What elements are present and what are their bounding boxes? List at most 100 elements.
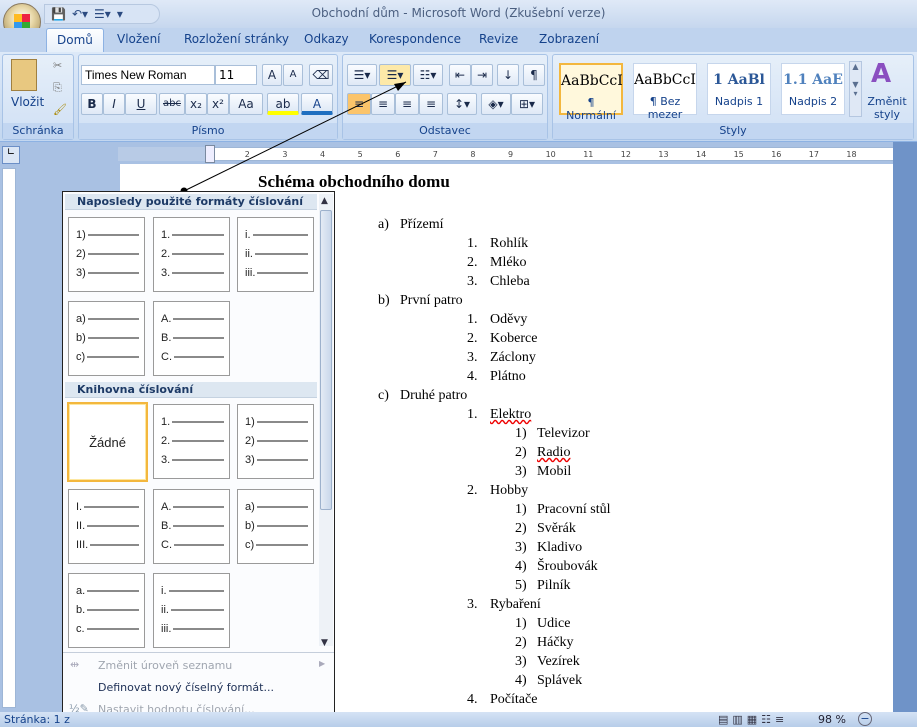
tab-selector[interactable]: ∟ bbox=[2, 146, 20, 164]
page-indicator[interactable]: Stránka: 1 z bbox=[4, 713, 70, 726]
tab-zobrazeni[interactable]: Zobrazení bbox=[539, 32, 599, 46]
list-item-text[interactable]: Splávek bbox=[537, 673, 582, 689]
view-buttons[interactable]: ▤▥▦☷≡ bbox=[718, 713, 788, 726]
numbering-icon[interactable]: ☰▾ bbox=[94, 7, 111, 21]
shrink-font-button[interactable]: A bbox=[283, 64, 303, 86]
tab-korespondence[interactable]: Korespondence bbox=[369, 32, 461, 46]
align-right-button[interactable]: ≡ bbox=[395, 93, 419, 115]
superscript-button[interactable]: x² bbox=[207, 93, 229, 115]
list-item-text[interactable]: Druhé patro bbox=[400, 388, 467, 404]
list-item-text[interactable]: Pracovní stůl bbox=[537, 502, 611, 518]
zoom-out-icon[interactable]: − bbox=[858, 712, 872, 726]
list-item-text[interactable]: Hobby bbox=[490, 483, 528, 499]
format-tile[interactable]: 1. 2. 3. bbox=[153, 217, 230, 292]
menu-item-define-format[interactable]: Definovat nový číselný formát... bbox=[98, 681, 274, 694]
format-tile[interactable]: 1. 2. 3. bbox=[153, 404, 230, 479]
list-item-text[interactable]: Plátno bbox=[490, 369, 526, 385]
sort-button[interactable]: ↓ bbox=[497, 64, 519, 86]
dropdown-scroll-thumb[interactable] bbox=[320, 210, 332, 510]
list-item-text[interactable]: Záclony bbox=[490, 350, 536, 366]
justify-button[interactable]: ≡ bbox=[419, 93, 443, 115]
menu-item-change-level[interactable]: Změnit úroveň seznamu bbox=[98, 659, 232, 672]
tab-rozlozeni[interactable]: Rozložení stránky bbox=[184, 32, 289, 46]
bold-button[interactable]: B bbox=[81, 93, 103, 115]
list-item-text[interactable]: Šroubovák bbox=[537, 559, 598, 575]
scroll-down-icon[interactable]: ▼ bbox=[321, 638, 328, 648]
style-normalni[interactable]: AaBbCcI ¶ Normální bbox=[559, 63, 623, 122]
list-item-text[interactable]: Rohlík bbox=[490, 236, 528, 252]
format-tile[interactable]: i. ii. iii. bbox=[153, 573, 230, 648]
font-name-select[interactable]: Times New Roman bbox=[81, 65, 215, 85]
align-center-button[interactable]: ≡ bbox=[371, 93, 395, 115]
format-tile-none[interactable]: Žádné bbox=[67, 402, 148, 482]
save-icon[interactable]: 💾 bbox=[51, 7, 66, 21]
increase-indent-button[interactable]: ⇥ bbox=[471, 64, 493, 86]
list-item-text[interactable]: Vezírek bbox=[537, 654, 580, 670]
list-item-text[interactable]: Kladivo bbox=[537, 540, 582, 556]
grow-font-button[interactable]: A bbox=[262, 64, 282, 86]
list-item-text[interactable]: Koberce bbox=[490, 331, 537, 347]
list-item-text[interactable]: První patro bbox=[400, 293, 463, 309]
list-item-text[interactable]: Počítače bbox=[490, 692, 537, 708]
format-tile[interactable]: A. B. C. bbox=[153, 301, 230, 376]
decrease-indent-button[interactable]: ⇤ bbox=[449, 64, 471, 86]
line-spacing-button[interactable]: ↕▾ bbox=[447, 93, 477, 115]
shading-button[interactable]: ◈▾ bbox=[481, 93, 511, 115]
strikethrough-button[interactable]: abc bbox=[159, 93, 185, 115]
list-item-text[interactable]: Udice bbox=[537, 616, 570, 632]
list-item-text[interactable]: Chleba bbox=[490, 274, 530, 290]
format-tile[interactable]: 1) 2) 3) bbox=[68, 217, 145, 292]
format-tile[interactable]: 1) 2) 3) bbox=[237, 404, 314, 479]
list-item-text[interactable]: Mléko bbox=[490, 255, 527, 271]
list-item-text[interactable]: Oděvy bbox=[490, 312, 527, 328]
format-tile[interactable]: a) b) c) bbox=[68, 301, 145, 376]
change-case-button[interactable]: Aa bbox=[229, 93, 263, 115]
italic-button[interactable]: I bbox=[103, 93, 125, 115]
font-size-select[interactable]: 11 bbox=[215, 65, 257, 85]
list-item-text[interactable]: Háčky bbox=[537, 635, 574, 651]
clear-format-button[interactable]: ⌫ bbox=[309, 64, 333, 86]
indent-marker[interactable] bbox=[205, 145, 215, 163]
list-item-text[interactable]: Pilník bbox=[537, 578, 570, 594]
list-item-text[interactable]: Televizor bbox=[537, 426, 590, 442]
list-item-text[interactable]: Přízemí bbox=[400, 217, 444, 233]
show-marks-button[interactable]: ¶ bbox=[523, 64, 545, 86]
format-tile[interactable]: a. b. c. bbox=[68, 573, 145, 648]
vertical-scrollbar[interactable] bbox=[893, 142, 917, 712]
font-color-button[interactable]: A bbox=[301, 93, 333, 115]
format-tile[interactable]: I. II. III. bbox=[68, 489, 145, 564]
change-styles-button[interactable]: Změnit styly bbox=[865, 95, 909, 121]
cut-icon[interactable]: ✂ bbox=[53, 59, 62, 72]
vertical-ruler[interactable] bbox=[2, 168, 16, 708]
highlight-button[interactable]: ab bbox=[267, 93, 299, 115]
paste-button[interactable]: Vložit bbox=[11, 95, 44, 109]
zoom-level[interactable]: 98 % bbox=[818, 713, 846, 726]
format-tile[interactable]: A. B. C. bbox=[153, 489, 230, 564]
copy-icon[interactable]: ⎘ bbox=[53, 81, 62, 95]
list-item-text[interactable]: Mobil bbox=[537, 464, 571, 480]
bullets-button[interactable]: ☰▾ bbox=[347, 64, 377, 86]
undo-icon[interactable]: ↶▾ bbox=[72, 7, 88, 21]
borders-button[interactable]: ⊞▾ bbox=[511, 93, 543, 115]
customize-icon[interactable]: ▾ bbox=[117, 7, 123, 21]
list-item-text[interactable]: Svěrák bbox=[537, 521, 576, 537]
horizontal-ruler[interactable]: 21123456789101112131415161718 bbox=[118, 147, 898, 161]
tab-revize[interactable]: Revize bbox=[479, 32, 518, 46]
scroll-up-icon[interactable]: ▲ bbox=[321, 196, 328, 206]
subscript-button[interactable]: x₂ bbox=[185, 93, 207, 115]
tab-domu[interactable]: Domů bbox=[46, 28, 104, 54]
numbering-button[interactable]: ☰▾ bbox=[379, 64, 411, 86]
tab-odkazy[interactable]: Odkazy bbox=[304, 32, 349, 46]
format-tile[interactable]: i. ii. iii. bbox=[237, 217, 314, 292]
tab-vlozeni[interactable]: Vložení bbox=[117, 32, 161, 46]
underline-button[interactable]: U bbox=[125, 93, 157, 115]
list-item-text[interactable]: Radio bbox=[537, 445, 570, 461]
style-nadpis-1[interactable]: 1 AaBl Nadpis 1 bbox=[707, 63, 771, 115]
style-nadpis-2[interactable]: 1.1 AaE Nadpis 2 bbox=[781, 63, 845, 115]
format-tile[interactable]: a) b) c) bbox=[237, 489, 314, 564]
styles-scroll[interactable]: ▲ ▼ ▾ bbox=[849, 61, 862, 117]
style-bez-mezer[interactable]: AaBbCcI ¶ Bez mezer bbox=[633, 63, 697, 121]
format-painter-icon[interactable]: 🖌 bbox=[53, 103, 67, 116]
multilevel-list-button[interactable]: ☷▾ bbox=[413, 64, 443, 86]
list-item-text[interactable]: Elektro bbox=[490, 407, 531, 423]
